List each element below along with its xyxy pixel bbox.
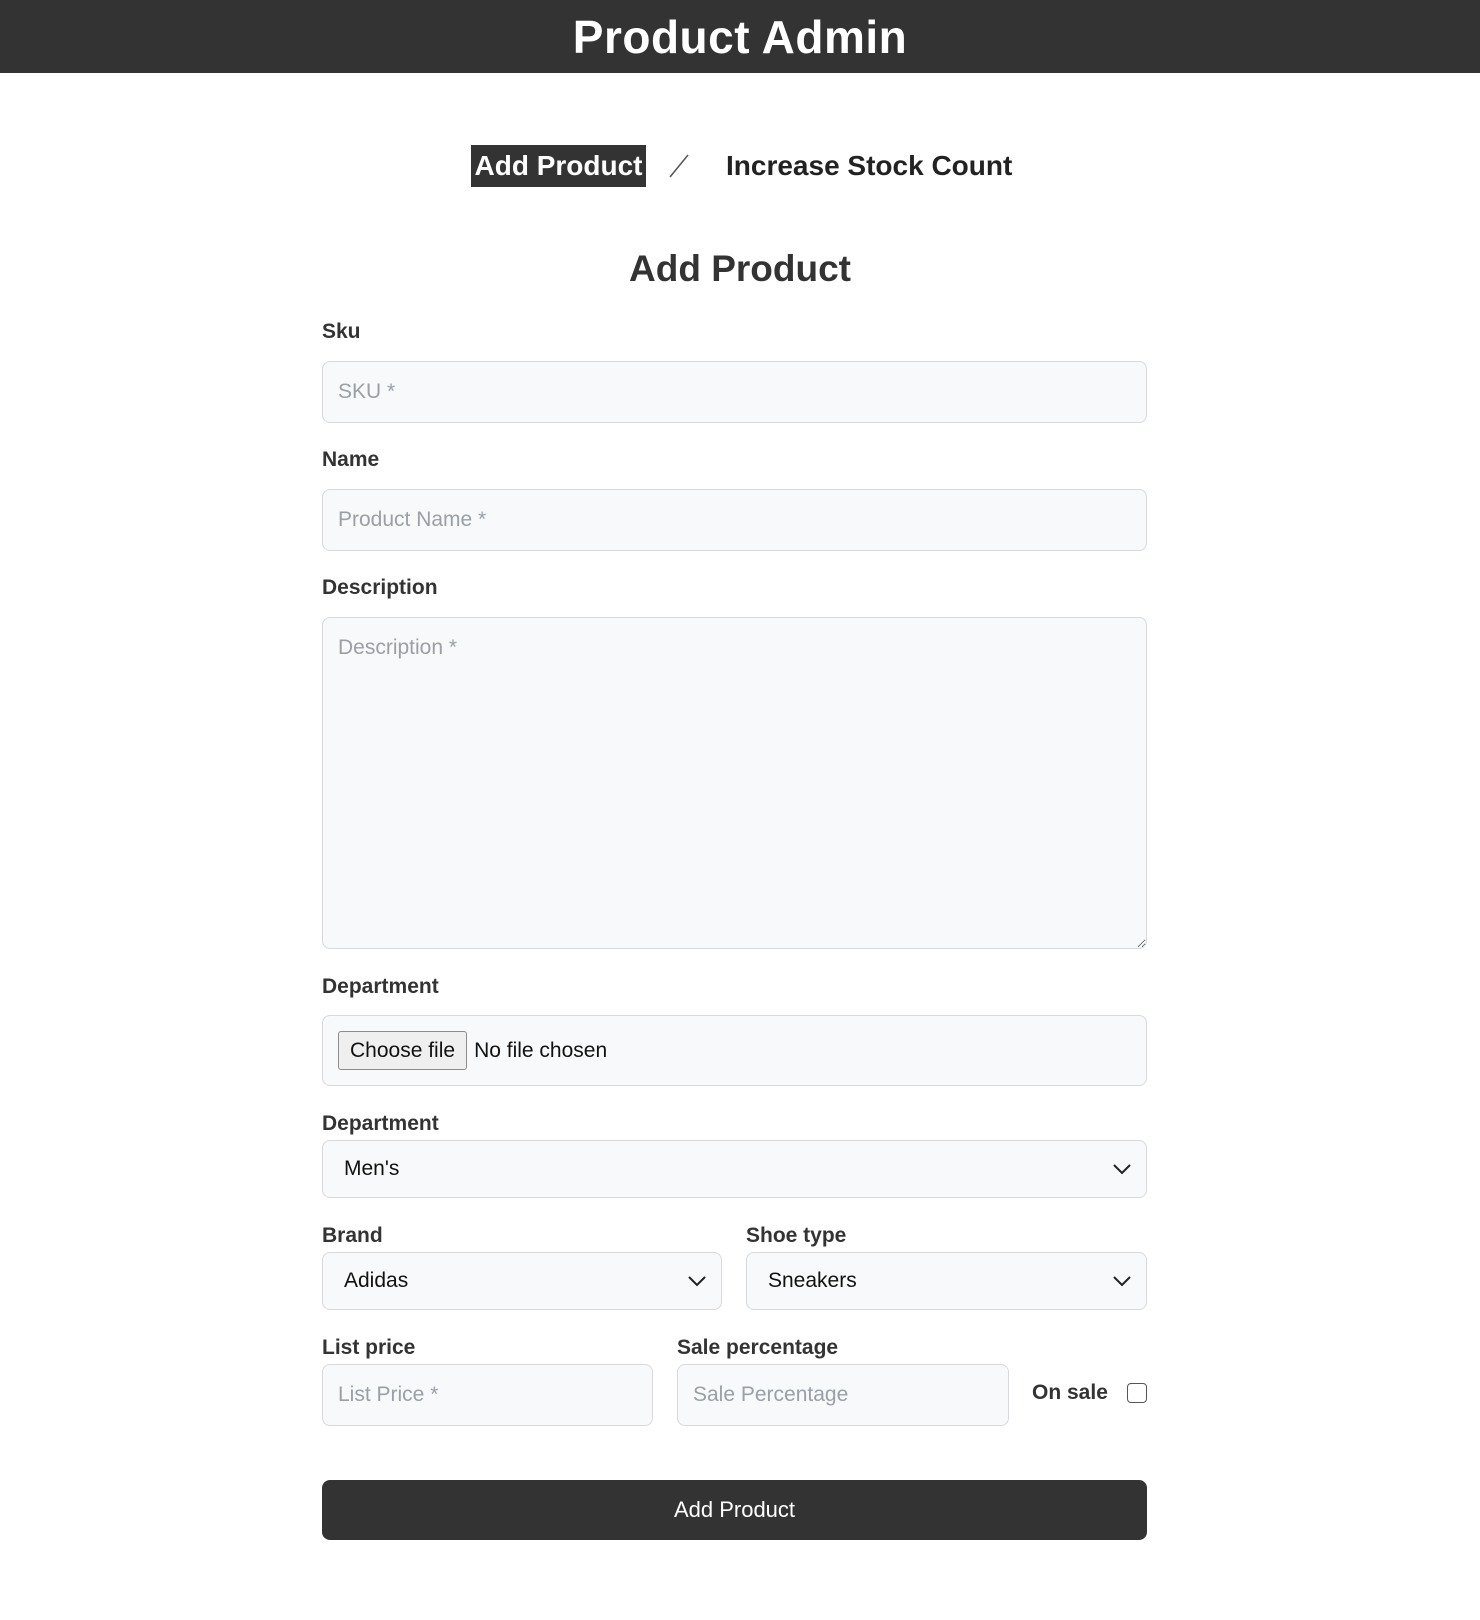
list-price-label: List price [322, 1336, 416, 1359]
shoe-type-label: Shoe type [746, 1224, 847, 1247]
app-header: Product Admin [0, 0, 1480, 73]
choose-file-button[interactable]: Choose file [338, 1031, 468, 1070]
shoe-type-selected-value: Sneakers [768, 1269, 857, 1292]
chevron-down-icon [1113, 1164, 1131, 1175]
sale-percentage-label: Sale percentage [677, 1336, 839, 1359]
department-select[interactable]: Men's [322, 1140, 1147, 1198]
description-textarea[interactable] [322, 617, 1147, 949]
add-product-button[interactable]: Add Product [322, 1480, 1147, 1540]
tab-increase-stock-count[interactable]: Increase Stock Count [726, 145, 1012, 187]
shoe-type-select[interactable]: Sneakers [746, 1252, 1147, 1310]
tab-add-product[interactable]: Add Product [471, 145, 646, 187]
brand-label: Brand [322, 1224, 383, 1247]
file-upload-label: Department [322, 975, 439, 998]
sku-input[interactable] [322, 361, 1147, 423]
department-selected-value: Men's [344, 1157, 400, 1180]
file-upload-field: Choose file No file chosen [322, 1015, 1147, 1086]
chevron-down-icon [688, 1276, 706, 1287]
app-title: Product Admin [572, 10, 908, 63]
on-sale-checkbox[interactable] [1127, 1383, 1147, 1403]
department-label: Department [322, 1112, 439, 1135]
on-sale-label: On sale [1032, 1381, 1108, 1404]
list-price-input[interactable] [322, 1364, 653, 1426]
product-name-input[interactable] [322, 489, 1147, 551]
description-label: Description [322, 576, 438, 599]
slash-divider-icon [669, 154, 689, 178]
sku-label: Sku [322, 320, 361, 343]
name-label: Name [322, 448, 380, 471]
brand-selected-value: Adidas [344, 1269, 409, 1292]
chevron-down-icon [1113, 1276, 1131, 1287]
sale-percentage-input[interactable] [677, 1364, 1009, 1426]
file-status-text: No file chosen [474, 1038, 608, 1062]
tab-nav: Add Product Increase Stock Count [0, 145, 1480, 187]
brand-select[interactable]: Adidas [322, 1252, 722, 1310]
form-title: Add Product [629, 248, 851, 289]
